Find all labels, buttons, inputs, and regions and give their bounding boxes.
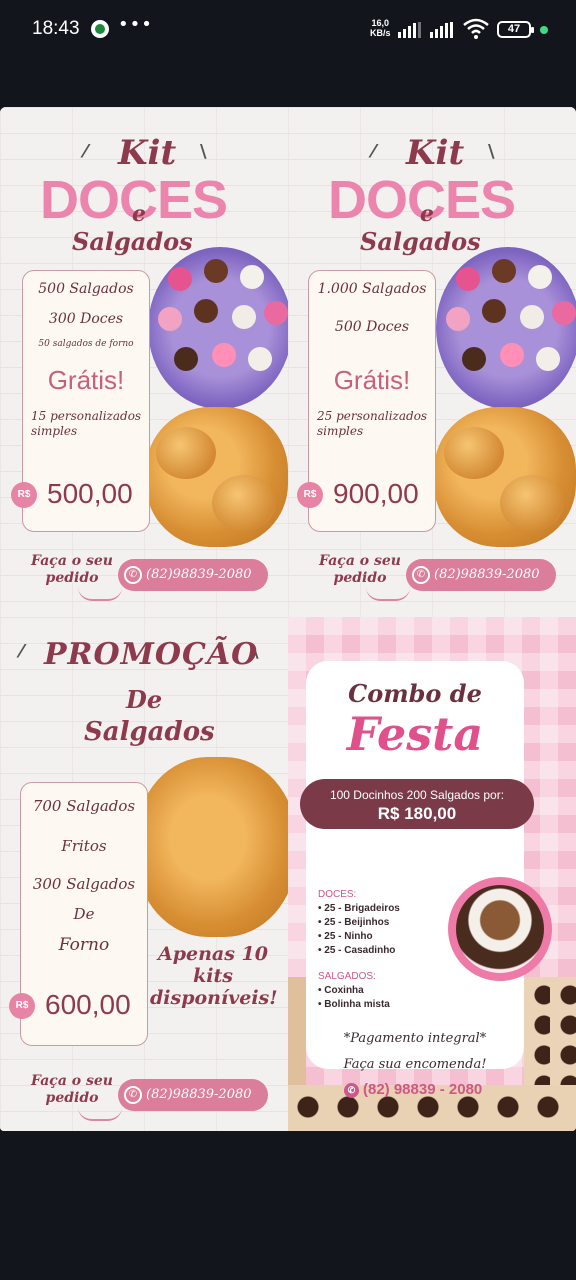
- offer-card: 500 Salgados 300 Doces 50 salgados de fo…: [11, 270, 150, 532]
- offer-line: 300 Doces: [48, 311, 124, 327]
- combo-card: Combo de Festa DOCES: • 25 - Brigadeiros…: [306, 661, 524, 1098]
- combo-phone[interactable]: ✆ (82) 98839 - 2080: [344, 1081, 482, 1098]
- offer-line: De: [73, 905, 95, 923]
- more-notifications-icon: •••: [118, 14, 153, 35]
- brigadeiros-image: [288, 977, 306, 1085]
- network-speed: 16,0 KB/s: [370, 18, 391, 38]
- offer-card: 700 Salgados Fritos 300 Salgados De Forn…: [9, 782, 148, 1046]
- title-salgados: Salgados: [72, 227, 193, 256]
- app-notification-icon: [91, 20, 109, 38]
- phone-button[interactable]: ✆ (82)98839-2080: [118, 1079, 268, 1111]
- gratis-label: Grátis!: [47, 365, 125, 395]
- price: 600,00: [45, 989, 131, 1020]
- currency-badge: R$: [297, 482, 323, 508]
- whatsapp-icon: ✆: [124, 1086, 142, 1104]
- offer-line: 15 personalizados simples: [31, 409, 142, 438]
- sweets-image: [436, 247, 576, 409]
- cupcake-image: [448, 877, 552, 981]
- order-text: Faça o seu pedido: [319, 553, 401, 586]
- offer-card: 1.000 Salgados 500 Doces Grátis! 25 pers…: [297, 270, 436, 532]
- sparkle-icon: \: [200, 141, 207, 162]
- combo-price-banner: 100 Docinhos 200 Salgados por: R$ 180,00: [300, 779, 534, 829]
- phone-button[interactable]: ✆ (82)98839-2080: [118, 559, 268, 591]
- promo-salgados: Salgados: [84, 717, 215, 747]
- list-item: • 25 - Beijinhos: [318, 917, 390, 928]
- encomenda-text: Faça sua encomenda!: [343, 1057, 487, 1072]
- whatsapp-icon: ✆: [412, 566, 430, 584]
- list-item: • Bolinha mista: [318, 999, 390, 1010]
- banner-price: R$ 180,00: [377, 804, 457, 823]
- promo-de: De: [126, 685, 163, 714]
- sparkle-icon: \: [488, 141, 495, 162]
- title-kit: Kit: [406, 133, 465, 173]
- signal-icon-2: [430, 22, 453, 38]
- battery-icon: 47: [497, 21, 534, 38]
- offer-line: 25 personalizados simples: [317, 409, 428, 438]
- clock: 18:43: [32, 18, 80, 39]
- order-text: Faça o seu pedido: [31, 553, 113, 586]
- doces-heading: DOCES:: [318, 889, 357, 900]
- phone-number: (82) 98839 - 2080: [363, 1081, 483, 1098]
- whatsapp-icon: ✆: [124, 566, 142, 584]
- sweets-image: [148, 247, 288, 409]
- sparkle-icon: ⁄: [20, 641, 24, 662]
- currency-badge: R$: [11, 482, 37, 508]
- signal-icon: [398, 22, 421, 38]
- price: 900,00: [333, 478, 419, 509]
- network-speed-unit: KB/s: [370, 28, 391, 38]
- arrow-icon: [78, 587, 122, 601]
- title-e: e: [420, 201, 434, 227]
- payment-note: *Pagamento integral*: [343, 1031, 487, 1046]
- network-speed-value: 16,0: [371, 18, 390, 28]
- title-e: e: [132, 201, 146, 227]
- order-text: Faça o seu pedido: [31, 1073, 113, 1106]
- arrow-icon: [366, 587, 410, 601]
- list-item: • 25 - Ninho: [318, 931, 373, 942]
- salgados-heading: SALGADOS:: [318, 971, 376, 982]
- status-bar: 18:43 ••• 16,0 KB/s 47: [0, 0, 576, 60]
- privacy-indicator-dot: [540, 26, 548, 34]
- list-item: • 25 - Casadinho: [318, 945, 396, 956]
- banner-text: 100 Docinhos 200 Salgados por:: [329, 788, 505, 802]
- list-item: • 25 - Brigadeiros: [318, 903, 400, 914]
- offer-line: 500 Doces: [334, 319, 410, 335]
- list-item: • Coxinha: [318, 985, 364, 996]
- sparkle-icon: ⁄: [84, 141, 88, 162]
- phone-number: (82)98839-2080: [434, 567, 540, 582]
- arrow-icon: [78, 1107, 122, 1121]
- festa-title: Festa: [346, 707, 484, 761]
- whatsapp-icon: ✆: [344, 1083, 359, 1098]
- kit-500-panel: ⁄ \ Kit DOCES e Salgados 500 Salgados 30…: [0, 107, 288, 617]
- title-salgados: Salgados: [360, 227, 481, 256]
- sparkle-icon: ⁄: [372, 141, 376, 162]
- offer-line: 500 Salgados: [38, 281, 134, 297]
- phone-number: (82)98839-2080: [146, 567, 252, 582]
- promo-title: PROMOÇÃO: [44, 637, 259, 672]
- brigadeiros-image: [524, 977, 576, 1085]
- offer-line: 50 salgados de forno: [38, 339, 134, 349]
- offer-line: 1.000 Salgados: [317, 281, 427, 297]
- promo-image[interactable]: ⁄ \ Kit DOCES e Salgados 500 Salgados 30…: [0, 107, 576, 1131]
- salgados-image: [136, 757, 288, 937]
- phone-button[interactable]: ✆ (82)98839-2080: [406, 559, 556, 591]
- offer-line: Forno: [58, 935, 110, 955]
- gratis-label: Grátis!: [333, 365, 411, 395]
- combo-title: Combo de: [348, 679, 482, 708]
- wifi-icon: [463, 18, 489, 39]
- offer-line: Fritos: [61, 837, 107, 855]
- salgados-image: [146, 407, 288, 547]
- currency-badge: R$: [9, 993, 35, 1019]
- phone-number: (82)98839-2080: [146, 1087, 252, 1102]
- promo-salgados-panel: ⁄ \ PROMOÇÃO De Salgados 700 Salgados Fr…: [0, 617, 288, 1131]
- offer-line: 300 Salgados: [32, 875, 136, 893]
- price: 500,00: [47, 478, 133, 509]
- salgados-image: [434, 407, 576, 547]
- apenas-label: Apenas 10 kits disponíveis!: [150, 943, 278, 1009]
- offer-line: 700 Salgados: [32, 797, 136, 815]
- kit-900-panel: ⁄ \ Kit DOCES e Salgados 1.000 Salgados …: [288, 107, 576, 617]
- title-kit: Kit: [118, 133, 177, 173]
- combo-festa-panel: Combo de Festa DOCES: • 25 - Brigadeiros…: [288, 617, 576, 1131]
